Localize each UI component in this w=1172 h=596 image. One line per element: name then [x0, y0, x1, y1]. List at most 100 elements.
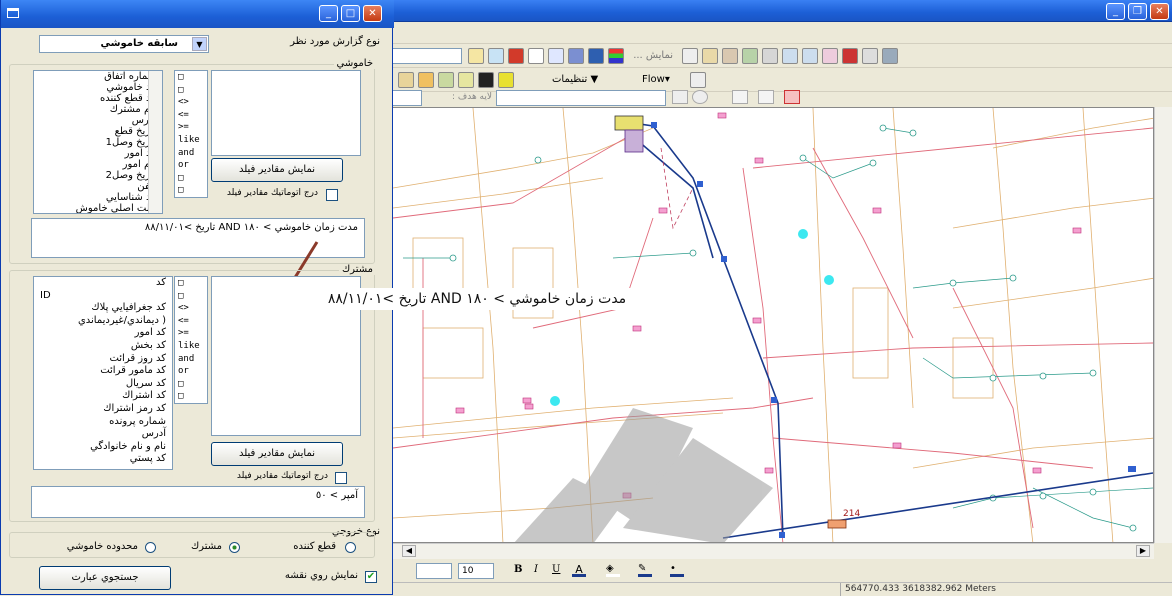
operator-item[interactable]: □: [175, 71, 207, 84]
restore-button[interactable]: ❐: [1128, 3, 1147, 20]
filter-icon[interactable]: [722, 48, 739, 64]
map-vertical-scrollbar[interactable]: [1154, 107, 1172, 543]
split-icon[interactable]: [438, 72, 454, 88]
flow-menu[interactable]: Flow▾: [642, 74, 670, 85]
table-icon[interactable]: [842, 48, 859, 64]
edge-icon[interactable]: [802, 48, 819, 64]
font-name-select[interactable]: [416, 563, 452, 579]
add-line-icon[interactable]: [418, 72, 434, 88]
list-item[interactable]: نام امور: [34, 159, 162, 170]
operator-item[interactable]: □: [175, 277, 207, 290]
merge-icon[interactable]: [458, 72, 474, 88]
legend-icon[interactable]: [608, 48, 624, 64]
sketch-props-icon[interactable]: [758, 90, 774, 104]
target-layer-select[interactable]: [496, 90, 666, 106]
list-scrollbar[interactable]: [148, 71, 162, 213]
radio-subscriber[interactable]: [229, 542, 240, 553]
italic-button[interactable]: I: [534, 564, 538, 575]
operator-item[interactable]: <>: [175, 302, 207, 315]
network-icon[interactable]: [762, 48, 779, 64]
cursor-icon[interactable]: [478, 72, 494, 88]
close-button[interactable]: ✕: [1150, 3, 1169, 20]
edit-icon[interactable]: [568, 48, 584, 64]
scroll-right-icon[interactable]: ▶: [1136, 545, 1150, 557]
rotate-icon[interactable]: [692, 90, 708, 104]
show-field-values-button-2[interactable]: نمايش مقادير فيلد: [211, 442, 343, 466]
window-icon[interactable]: [528, 48, 544, 64]
list-item[interactable]: كد اشتراك: [34, 390, 172, 403]
flag-icon[interactable]: [822, 48, 839, 64]
operator-item[interactable]: >=: [175, 327, 207, 340]
list-item[interactable]: تلفن: [34, 181, 162, 192]
list-item[interactable]: كد روز قرائت: [34, 353, 172, 366]
subscriber-fields-list[interactable]: كد ID كد جغرافيايي پلاك( ديماندي/غيرديماند…: [33, 276, 173, 470]
radio-breaker[interactable]: [345, 542, 356, 553]
list-item[interactable]: ID: [34, 290, 172, 303]
list-item[interactable]: آدرس: [34, 428, 172, 441]
delete-icon[interactable]: [784, 90, 800, 104]
operator-item[interactable]: or: [175, 365, 207, 378]
operator-item[interactable]: □: [175, 390, 207, 403]
list-item[interactable]: كد: [34, 277, 172, 290]
list-item[interactable]: كد پستي: [34, 453, 172, 466]
list-item[interactable]: كد مامور قرائت: [34, 365, 172, 378]
operator-item[interactable]: <=: [175, 109, 207, 122]
list-item[interactable]: كد قطع كننده: [34, 93, 162, 104]
operator-item[interactable]: <>: [175, 96, 207, 109]
operator-item[interactable]: or: [175, 159, 207, 172]
list-item[interactable]: كد جغرافيايي پلاك: [34, 302, 172, 315]
field-values-list[interactable]: [211, 70, 361, 156]
dialog-close-button[interactable]: ✕: [363, 5, 382, 22]
outage-fields-list[interactable]: شماره اتفاق كد خاموشي كد قطع كننده نام مشتر…: [33, 70, 163, 214]
sketch-icon[interactable]: [672, 90, 688, 104]
marker-color-icon[interactable]: •: [670, 563, 684, 577]
operator-item[interactable]: like: [175, 134, 207, 147]
list-item[interactable]: شماره اتفاق: [34, 71, 162, 82]
list-item[interactable]: نام و نام خانوادگي: [34, 441, 172, 454]
expression-box-2[interactable]: آمپر > ٥٠: [31, 486, 365, 518]
scale-select[interactable]: [392, 48, 462, 64]
list-item[interactable]: كد سريال: [34, 378, 172, 391]
list-item[interactable]: ( ديماندي/غيرديماندي: [34, 315, 172, 328]
search-expression-button[interactable]: جستجوي عبارت: [39, 566, 171, 590]
font-size-select[interactable]: 10: [458, 563, 494, 579]
list-item[interactable]: تاريخ وصل1: [34, 137, 162, 148]
operator-item[interactable]: and: [175, 353, 207, 366]
list-item[interactable]: كد امور: [34, 327, 172, 340]
flow-arrow-icon[interactable]: [690, 72, 706, 88]
scroll-left-icon[interactable]: ◀: [402, 545, 416, 557]
help-icon[interactable]: [548, 48, 564, 64]
radio-outage-area[interactable]: [145, 542, 156, 553]
operator-item[interactable]: □: [175, 84, 207, 97]
report-type-select[interactable]: سابقه خاموشي ▼: [39, 35, 209, 53]
settings-menu[interactable]: ▼ تنظيمات: [552, 74, 598, 85]
operator-item[interactable]: >=: [175, 121, 207, 134]
list-item[interactable]: كد خاموشي: [34, 82, 162, 93]
identify-icon[interactable]: [468, 48, 484, 64]
dialog-maximize-button[interactable]: □: [341, 5, 360, 22]
minimize-button[interactable]: _: [1106, 3, 1125, 20]
underline-button[interactable]: U: [552, 564, 560, 575]
list-item[interactable]: شماره پرونده: [34, 416, 172, 429]
find-icon[interactable]: [488, 48, 504, 64]
show-field-values-button[interactable]: نمايش مقادير فيلد: [211, 158, 343, 182]
layers-icon[interactable]: [588, 48, 604, 64]
list-item[interactable]: كد امور: [34, 148, 162, 159]
operator-item[interactable]: □: [175, 184, 207, 197]
list-item[interactable]: كد رمز اشتراك: [34, 403, 172, 416]
font-color-icon[interactable]: A: [572, 563, 586, 577]
junction-icon[interactable]: [782, 48, 799, 64]
operator-item[interactable]: □: [175, 378, 207, 391]
fill-color-icon[interactable]: ◈: [606, 563, 620, 577]
operator-item[interactable]: □: [175, 290, 207, 303]
map-canvas[interactable]: 214: [392, 107, 1154, 543]
line-color-icon[interactable]: ✎: [638, 563, 652, 577]
operator-list-2[interactable]: □ □ <> <= >= like and or □ □: [174, 276, 208, 404]
record-icon[interactable]: [508, 48, 524, 64]
bold-button[interactable]: B: [514, 564, 522, 575]
chevron-down-icon[interactable]: ▼: [192, 37, 207, 51]
attributes-icon[interactable]: [732, 90, 748, 104]
show-on-map-checkbox[interactable]: ✔: [365, 571, 377, 583]
tool-icon[interactable]: [882, 48, 899, 64]
list-item[interactable]: تاريخ قطع: [34, 126, 162, 137]
